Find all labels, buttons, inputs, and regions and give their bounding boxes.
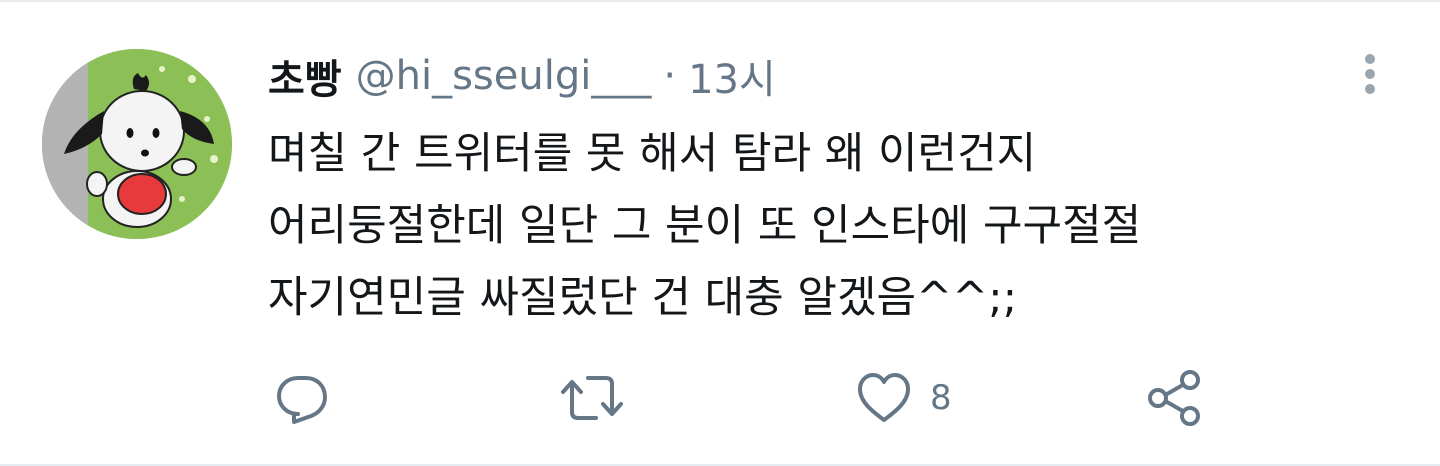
more-options-button[interactable] xyxy=(1346,46,1394,102)
author-handle[interactable]: @hi_sseulgi___ xyxy=(356,53,652,99)
share-button[interactable] xyxy=(1142,366,1206,430)
puppy-character-avatar-icon xyxy=(42,49,232,239)
reply-button[interactable] xyxy=(270,366,334,430)
more-vertical-icon xyxy=(1365,54,1375,94)
retweet-button[interactable] xyxy=(560,366,624,430)
avatar[interactable] xyxy=(42,49,232,239)
like-button[interactable]: 8 xyxy=(852,366,952,430)
tweet-text: 며칠 간 트위터를 못 해서 탐라 왜 이런건지 어리둥절한데 일단 그 분이 … xyxy=(268,118,1408,334)
meta-separator: · xyxy=(663,53,677,99)
tweet-text-line: 어리둥절한데 일단 그 분이 또 인스타에 구구절절 xyxy=(268,201,1142,251)
like-count: 8 xyxy=(930,378,952,418)
tweet-timestamp[interactable]: 13시 xyxy=(688,47,776,105)
tweet-text-line: 며칠 간 트위터를 못 해서 탐라 왜 이런건지 xyxy=(268,129,1037,179)
share-icon xyxy=(1142,366,1206,430)
tweet-actions: 8 xyxy=(0,366,1440,430)
retweet-icon xyxy=(560,366,624,430)
reply-icon xyxy=(270,366,334,430)
tweet-card[interactable]: 초빵 @hi_sseulgi___ · 13시 며칠 간 트위터를 못 해서 탐… xyxy=(0,0,1440,466)
author-display-name[interactable]: 초빵 xyxy=(268,47,342,105)
tweet-text-line: 자기연민글 싸질렀단 건 대충 알겠음^^;; xyxy=(268,273,1018,323)
tweet-header: 초빵 @hi_sseulgi___ · 13시 xyxy=(268,46,776,106)
heart-icon xyxy=(852,366,916,430)
